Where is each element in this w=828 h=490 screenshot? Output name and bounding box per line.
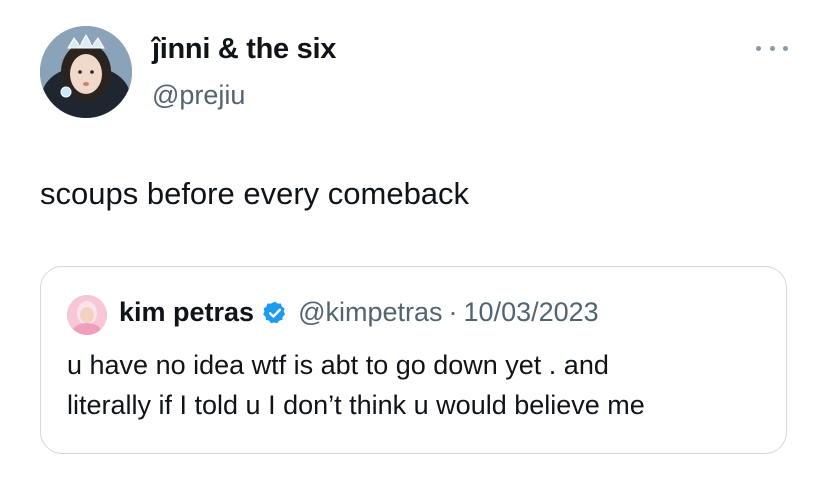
tweet-text: scoups before every comeback xyxy=(40,176,470,211)
quoted-author-avatar[interactable] xyxy=(67,295,107,335)
separator-dot: · xyxy=(448,297,458,327)
verified-badge-icon xyxy=(262,300,288,326)
profile-photo xyxy=(40,26,132,118)
tweet-author-avatar[interactable] xyxy=(40,26,132,118)
quoted-text-line: literally if I told u I don’t think u wo… xyxy=(67,390,645,420)
author-handle[interactable]: @prejiu xyxy=(152,80,245,111)
quoted-text-line: u have no idea wtf is abt to go down yet… xyxy=(67,350,609,380)
quoted-tweet-card[interactable]: kim petras @kimpetras · 10/03/2023 u hav… xyxy=(40,266,787,454)
quoted-author-handle[interactable]: @kimpetras xyxy=(298,297,442,328)
quoted-author-display-name[interactable]: kim petras xyxy=(119,297,254,328)
quoted-tweet-date[interactable]: 10/03/2023 xyxy=(464,297,599,328)
author-display-name[interactable]: ĵinni & the six xyxy=(152,33,336,66)
quoted-tweet-header: kim petras @kimpetras · 10/03/2023 xyxy=(119,297,599,328)
quoted-tweet-text: u have no idea wtf is abt to go down yet… xyxy=(67,345,767,425)
profile-photo xyxy=(67,295,107,335)
more-options-icon[interactable] xyxy=(756,40,788,56)
